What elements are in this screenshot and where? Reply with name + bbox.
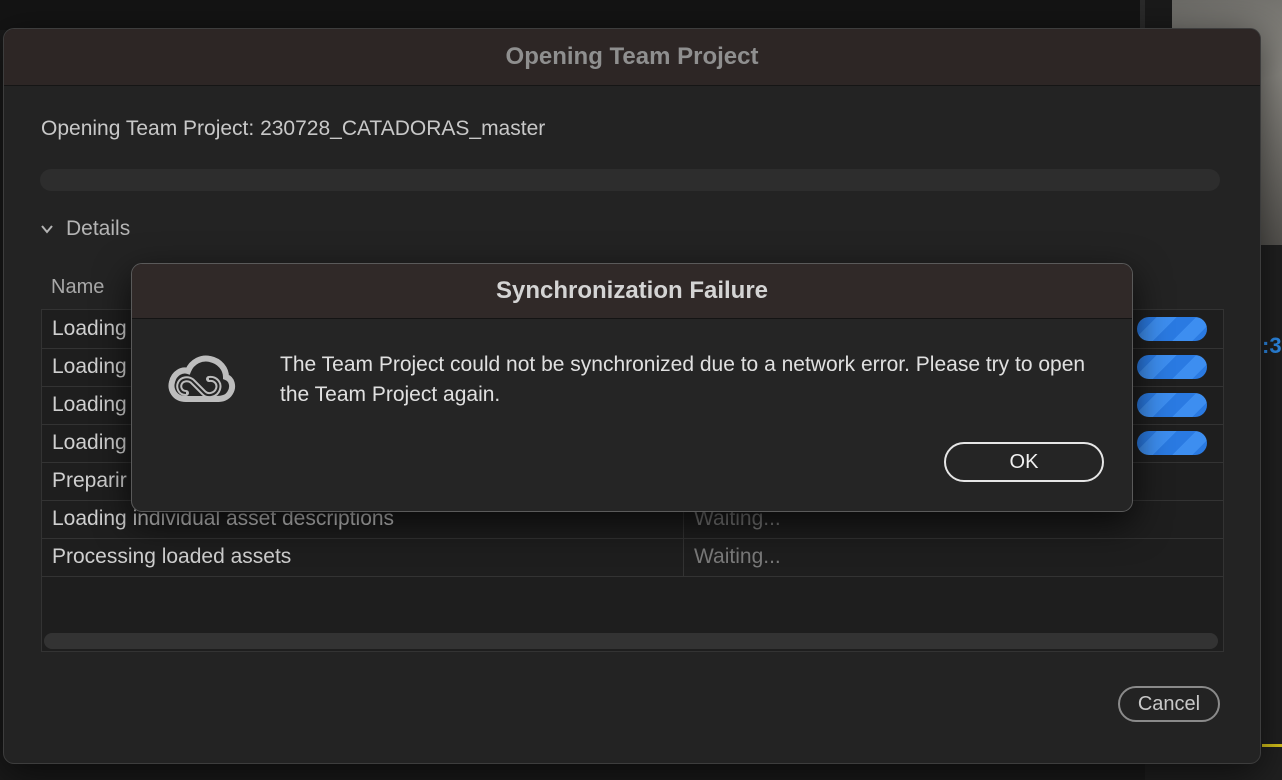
background-divider xyxy=(1140,0,1145,30)
task-name: Processing loaded assets xyxy=(52,545,292,568)
opening-status-text: Opening Team Project: 230728_CATADORAS_m… xyxy=(41,117,546,140)
details-label: Details xyxy=(66,217,131,240)
task-progress-bar xyxy=(1137,431,1207,455)
creative-cloud-icon xyxy=(168,355,236,402)
background-app-topbar xyxy=(0,0,1140,30)
task-name: Loading xyxy=(52,393,127,416)
dialog-titlebar: Opening Team Project xyxy=(4,29,1260,86)
horizontal-scrollbar[interactable] xyxy=(44,633,1218,649)
cancel-button[interactable]: Cancel xyxy=(1118,686,1220,722)
chevron-down-icon xyxy=(41,225,53,234)
task-status: Waiting... xyxy=(694,545,781,568)
ok-button[interactable]: OK xyxy=(944,442,1104,482)
details-disclosure[interactable]: Details xyxy=(40,217,130,241)
task-name: Loading xyxy=(52,355,127,378)
task-name: Loading xyxy=(52,317,127,340)
task-name: Loading xyxy=(52,431,127,454)
overall-progress-bar xyxy=(40,169,1220,191)
task-name: Preparir xyxy=(52,469,127,492)
task-progress-bar xyxy=(1137,393,1207,417)
background-timecode: :3 xyxy=(1262,333,1282,358)
synchronization-failure-alert: Synchronization Failure The Team Project… xyxy=(131,263,1133,512)
task-progress-bar xyxy=(1137,355,1207,379)
column-separator xyxy=(683,538,684,576)
alert-title: Synchronization Failure xyxy=(495,277,769,304)
background-playhead-marker xyxy=(1262,744,1282,747)
dialog-title: Opening Team Project xyxy=(505,43,759,70)
column-header-name: Name xyxy=(51,276,105,298)
table-row: Processing loaded assets Waiting... xyxy=(42,538,1223,577)
alert-titlebar: Synchronization Failure xyxy=(132,264,1132,319)
task-progress-bar xyxy=(1137,317,1207,341)
alert-message: The Team Project could not be synchroniz… xyxy=(280,353,1086,406)
